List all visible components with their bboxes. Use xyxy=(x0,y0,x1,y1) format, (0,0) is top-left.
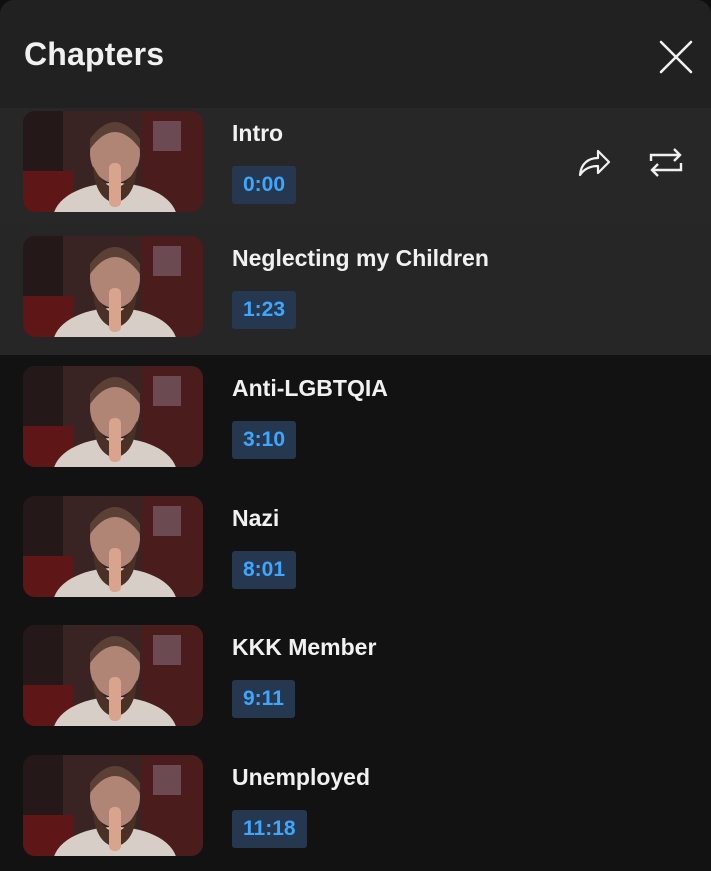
chapter-item[interactable]: Unemployed 11:18 xyxy=(0,744,711,871)
chapter-item[interactable]: KKK Member 9:11 xyxy=(0,614,711,744)
chapter-thumbnail[interactable] xyxy=(23,366,203,467)
chapter-thumbnail[interactable] xyxy=(23,625,203,727)
chapter-timestamp[interactable]: 8:01 xyxy=(232,550,297,589)
share-button[interactable] xyxy=(574,142,614,182)
chapter-title: Anti-LGBTQIA xyxy=(232,375,388,401)
chapters-panel: Chapters Intro 0:00 Neglecting my Childr… xyxy=(0,0,711,871)
share-icon xyxy=(578,149,611,177)
chapter-item[interactable]: Intro 0:00 xyxy=(0,108,711,225)
chapter-timestamp[interactable]: 9:11 xyxy=(232,680,295,719)
close-icon xyxy=(659,40,693,74)
chapter-list: Intro 0:00 Neglecting my Children 1:23 A… xyxy=(0,108,711,871)
chapter-thumbnail[interactable] xyxy=(23,111,203,212)
chapter-title: Nazi xyxy=(232,504,280,531)
loop-icon xyxy=(649,148,683,177)
chapter-item[interactable]: Neglecting my Children 1:23 xyxy=(0,225,711,355)
chapter-timestamp[interactable]: 0:00 xyxy=(232,166,297,204)
chapter-title: Unemployed xyxy=(232,763,371,790)
panel-title: Chapters xyxy=(24,36,165,72)
chapter-thumbnail[interactable] xyxy=(23,754,203,856)
chapter-item[interactable]: Anti-LGBTQIA 3:10 xyxy=(0,355,711,485)
chapter-title: Intro xyxy=(232,120,284,146)
chapter-thumbnail[interactable] xyxy=(23,236,203,337)
chapter-item[interactable]: Nazi 8:01 xyxy=(0,485,711,615)
close-button[interactable] xyxy=(657,38,695,76)
chapter-title: KKK Member xyxy=(232,634,377,661)
loop-button[interactable] xyxy=(646,142,686,182)
panel-header: Chapters xyxy=(0,0,711,108)
chapter-title: Neglecting my Children xyxy=(232,245,489,271)
chapter-thumbnail[interactable] xyxy=(23,495,203,597)
chapter-timestamp[interactable]: 3:10 xyxy=(232,421,297,459)
chapter-timestamp[interactable]: 11:18 xyxy=(232,809,307,848)
chapter-timestamp[interactable]: 1:23 xyxy=(232,291,297,329)
